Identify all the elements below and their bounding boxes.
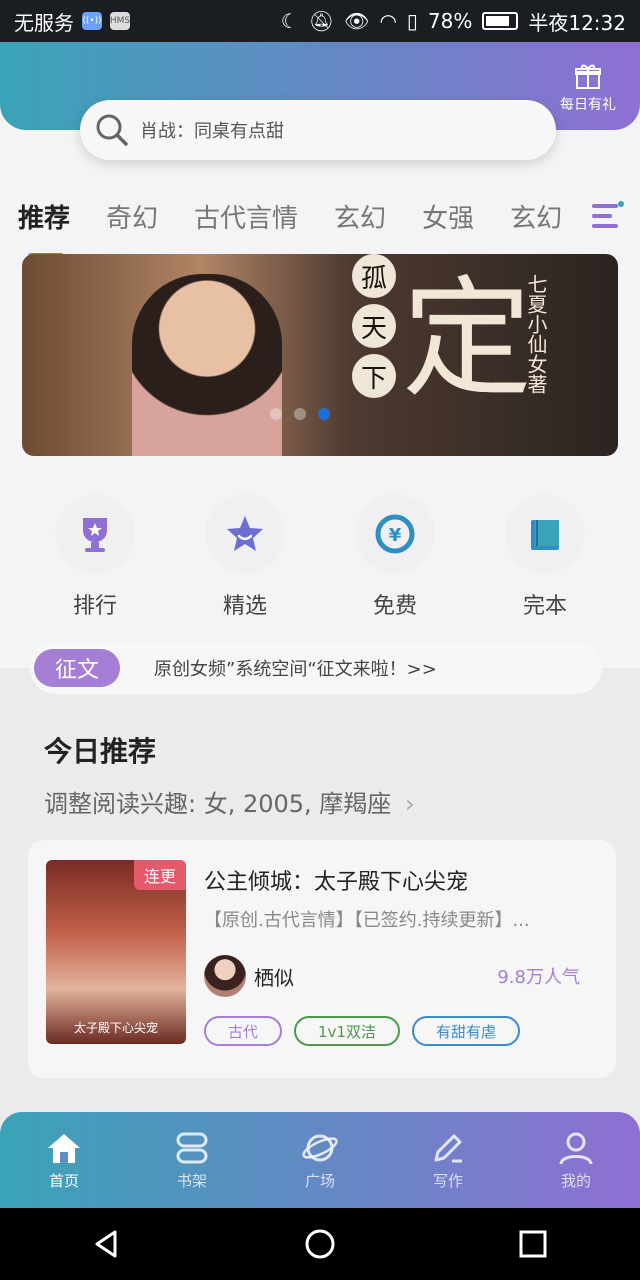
tab-bookshelf[interactable]: 书架: [137, 1130, 247, 1191]
moon-icon: ☾: [280, 9, 299, 33]
search-bar[interactable]: 肖战：同桌有点甜: [80, 100, 556, 160]
banner-title-char: 下: [352, 354, 396, 398]
contest-tag: 征文: [34, 649, 120, 687]
trophy-icon: [83, 518, 107, 552]
banner-author: 七夏小仙女著: [524, 274, 548, 394]
tab-home[interactable]: 首页: [9, 1130, 119, 1191]
tab-fantasy[interactable]: 奇幻: [106, 198, 158, 235]
tab-ancient-romance[interactable]: 古代言情: [194, 198, 298, 235]
banner-character-image: [132, 274, 282, 456]
battery-icon: [482, 12, 519, 30]
author-row: 栖似 9.8万人气: [204, 954, 580, 998]
battery-percent: 78%: [427, 9, 473, 33]
avatar[interactable]: [204, 955, 246, 997]
section-heading: 今日推荐: [44, 735, 157, 768]
book-tags: 古代 1v1双洁 有甜有虐: [204, 1016, 520, 1046]
update-badge: 连更: [134, 860, 186, 890]
recents-icon[interactable]: [515, 1226, 551, 1262]
star-icon: [227, 516, 263, 551]
search-icon: [96, 114, 128, 146]
free-coin-icon: ¥: [375, 514, 415, 554]
pagination-dot[interactable]: [270, 408, 282, 420]
tab-xuanhuan-2[interactable]: 玄幻: [510, 198, 562, 235]
gift-icon: [575, 64, 601, 89]
ranking-label: 排行: [72, 594, 117, 619]
tab-write[interactable]: 写作: [393, 1130, 503, 1191]
mute-icon: 🔕︎: [308, 9, 335, 33]
chevron-right-icon: ›: [404, 790, 415, 818]
category-tabs: 推荐 奇幻 古代言情 玄幻 女强 玄幻: [0, 192, 640, 259]
wifi-calling-icon: ((•)): [82, 12, 102, 30]
today-recommend-section: 今日推荐 调整阅读兴趣: 女, 2005, 摩羯座 ›: [44, 730, 415, 819]
banner-big-char: 定: [402, 263, 533, 415]
tab-home-label: 首页: [48, 1171, 79, 1190]
book-icon: [531, 520, 559, 550]
menu-icon: [592, 201, 624, 228]
home-circle-icon[interactable]: [302, 1226, 338, 1262]
tab-bookshelf-label: 书架: [176, 1171, 207, 1190]
pen-icon: [434, 1134, 462, 1162]
tag-1v1[interactable]: 1v1双洁: [294, 1016, 400, 1046]
cover-title: 太子殿下心尖宠: [73, 1021, 158, 1035]
author-name[interactable]: 栖似: [254, 962, 294, 991]
eye-icon: 👁︎: [344, 9, 370, 33]
planet-icon: [302, 1134, 338, 1161]
bottom-tab-bar: 首页 书架 广场 写作 我的: [0, 1112, 640, 1208]
featured-entry[interactable]: 精选: [190, 494, 300, 620]
free-label: 免费: [372, 594, 417, 619]
banner-title-char: 天: [352, 304, 396, 348]
contest-notice[interactable]: 征文 原创女频”系统空间“征文来啦！>>: [30, 642, 602, 694]
quick-entry-row: 排行 精选 ¥ 免费 完本: [0, 494, 640, 620]
clock: 半夜12:32: [528, 10, 626, 35]
hms-icon: HMS: [110, 12, 130, 30]
book-title[interactable]: 公主倾城：太子殿下心尖宠: [204, 864, 468, 896]
system-nav-bar: [0, 1208, 640, 1280]
book-description: 【原创.古代言情】【已签约.持续更新】...: [204, 910, 530, 931]
pagination-dot-active[interactable]: [318, 408, 330, 420]
featured-label: 精选: [222, 594, 267, 619]
tab-profile[interactable]: 我的: [521, 1130, 631, 1191]
sim-alert-icon: ▯: [406, 9, 418, 33]
completed-label: 完本: [522, 594, 567, 619]
svg-text:¥: ¥: [389, 525, 402, 546]
promo-banner[interactable]: 孤 天 下 定 七夏小仙女著: [22, 254, 618, 456]
tab-xuanhuan[interactable]: 玄幻: [334, 198, 386, 235]
reading-interest-text: 调整阅读兴趣: 女, 2005, 摩羯座: [44, 790, 392, 818]
banner-title-column: 孤 天 下: [352, 254, 396, 398]
banner-pagination: [270, 408, 330, 420]
back-icon[interactable]: [89, 1226, 125, 1262]
search-placeholder: 肖战：同桌有点甜: [140, 121, 284, 142]
contest-text: 原创女频”系统空间“征文来啦！>>: [154, 659, 437, 680]
banner-title-char: 孤: [352, 254, 396, 298]
reading-interest-link[interactable]: 调整阅读兴趣: 女, 2005, 摩羯座 ›: [44, 784, 415, 819]
completed-entry[interactable]: 完本: [490, 494, 600, 620]
tab-plaza-label: 广场: [304, 1171, 335, 1190]
tag-ancient[interactable]: 古代: [204, 1016, 283, 1046]
popularity-count: 9.8万人气: [497, 967, 580, 988]
bookshelf-icon: [176, 1132, 208, 1163]
category-menu-button[interactable]: [586, 198, 626, 234]
book-card[interactable]: 太子殿下心尖宠 连更 公主倾城：太子殿下心尖宠 【原创.古代言情】【已签约.持续…: [28, 840, 616, 1078]
wifi-icon: ◠: [379, 9, 397, 33]
tab-profile-label: 我的: [560, 1171, 591, 1190]
daily-gift-label: 每日有礼: [560, 97, 616, 113]
tag-sweet-angst[interactable]: 有甜有虐: [411, 1016, 520, 1046]
carrier-text: 无服务: [14, 10, 74, 35]
home-icon: [48, 1133, 80, 1163]
pagination-dot[interactable]: [294, 408, 306, 420]
ranking-entry[interactable]: 排行: [40, 494, 150, 620]
tab-strong-female[interactable]: 女强: [422, 198, 474, 235]
tab-write-label: 写作: [432, 1171, 463, 1190]
daily-gift-button[interactable]: 每日有礼: [552, 62, 624, 114]
profile-icon: [559, 1132, 593, 1165]
free-entry[interactable]: ¥ 免费: [340, 494, 450, 620]
tab-recommend[interactable]: 推荐: [18, 198, 70, 259]
status-bar: 无服务 ((•)) HMS ☾ 🔕︎ 👁︎ ◠ ▯ 78% 半夜12:32: [0, 0, 640, 42]
tab-plaza[interactable]: 广场: [265, 1130, 375, 1191]
